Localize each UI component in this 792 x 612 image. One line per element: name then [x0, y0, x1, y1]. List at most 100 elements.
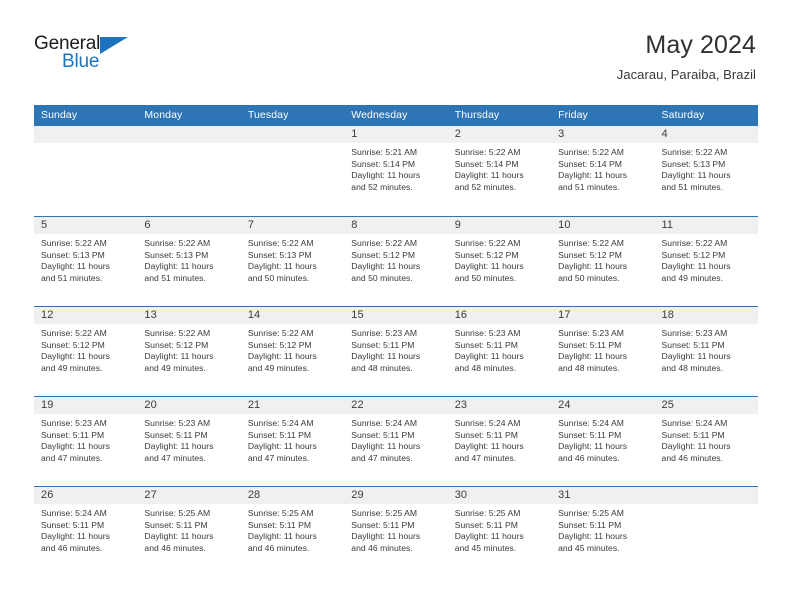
- dow-saturday: Saturday: [661, 109, 705, 121]
- calendar-day-cell-empty: [34, 126, 138, 216]
- calendar-day-cell[interactable]: 11 Sunrise: 5:22 AM Sunset: 5:12 PM Dayligh…: [654, 217, 758, 306]
- daylight-text-line2: and 48 minutes.: [454, 362, 517, 373]
- day-number: 20: [144, 399, 157, 411]
- day-info: Sunrise: 5:25 AM Sunset: 5:11 PM Daylight:…: [344, 504, 447, 554]
- day-number-band: [654, 487, 758, 504]
- sunrise-text: Sunrise: 5:23 AM: [351, 328, 418, 338]
- sunset-text: Sunset: 5:11 PM: [351, 429, 415, 440]
- daylight-text-line2: and 48 minutes.: [351, 362, 413, 373]
- calendar-day-cell[interactable]: 13 Sunrise: 5:22 AM Sunset: 5:12 PM Dayligh…: [137, 307, 241, 396]
- calendar-week-row: 5 Sunrise: 5:22 AM Sunset: 5:13 PM Daylight…: [34, 216, 758, 306]
- calendar-day-cell[interactable]: 1 Sunrise: 5:21 AM Sunset: 5:14 PM Daylight…: [344, 126, 448, 216]
- daylight-text-line1: Daylight: 11 hours: [41, 261, 110, 272]
- day-number: 14: [247, 309, 261, 321]
- day-info: Sunrise: 5:23 AM Sunset: 5:11 PM Daylight:…: [34, 414, 137, 464]
- day-number: 1: [351, 128, 358, 140]
- sunset-text: Sunset: 5:11 PM: [454, 429, 518, 440]
- day-number-band: 4: [654, 126, 758, 143]
- day-number-band: 28: [240, 487, 345, 504]
- calendar-grid: Sunday Monday Tuesday Wednesday Thursday…: [34, 105, 758, 576]
- calendar-day-cell[interactable]: 9 Sunrise: 5:22 AM Sunset: 5:12 PM Daylight…: [447, 217, 552, 306]
- sunset-text: Sunset: 5:11 PM: [558, 429, 622, 440]
- day-number: 31: [558, 489, 571, 501]
- calendar-day-cell[interactable]: 5 Sunrise: 5:22 AM Sunset: 5:13 PM Daylight…: [34, 217, 138, 306]
- daylight-text-line1: Daylight: 11 hours: [558, 441, 628, 452]
- calendar-day-cell[interactable]: 24 Sunrise: 5:24 AM Sunset: 5:11 PM Dayligh…: [551, 397, 655, 486]
- calendar-day-cell-empty: [137, 126, 241, 216]
- day-number: 25: [661, 399, 674, 411]
- day-info: Sunrise: 5:23 AM Sunset: 5:11 PM Daylight:…: [655, 324, 758, 374]
- calendar-day-cell[interactable]: 19 Sunrise: 5:23 AM Sunset: 5:11 PM Dayligh…: [34, 397, 138, 486]
- calendar-day-cell[interactable]: 18 Sunrise: 5:23 AM Sunset: 5:11 PM Dayligh…: [654, 307, 758, 396]
- day-number-band: 13: [137, 307, 241, 324]
- calendar-day-cell[interactable]: 2 Sunrise: 5:22 AM Sunset: 5:14 PM Daylight…: [447, 126, 552, 216]
- day-number: 3: [558, 128, 565, 140]
- day-info: Sunrise: 5:25 AM Sunset: 5:11 PM Daylight:…: [551, 504, 654, 554]
- day-number-band: 8: [344, 217, 448, 234]
- daylight-text-line2: and 50 minutes.: [558, 272, 620, 283]
- calendar-day-cell[interactable]: 15 Sunrise: 5:23 AM Sunset: 5:11 PM Dayligh…: [344, 307, 448, 396]
- calendar-day-cell[interactable]: 30 Sunrise: 5:25 AM Sunset: 5:11 PM Dayligh…: [447, 487, 552, 576]
- daylight-text-line2: and 50 minutes.: [351, 272, 413, 283]
- sunset-text: Sunset: 5:13 PM: [247, 249, 312, 260]
- day-info: Sunrise: 5:25 AM Sunset: 5:11 PM Daylight:…: [448, 504, 551, 554]
- calendar-day-cell[interactable]: 25 Sunrise: 5:24 AM Sunset: 5:11 PM Dayligh…: [654, 397, 758, 486]
- sunset-text: Sunset: 5:11 PM: [351, 519, 415, 530]
- daylight-text-line1: Daylight: 11 hours: [144, 531, 214, 542]
- daylight-text-line2: and 46 minutes.: [558, 452, 620, 463]
- calendar-day-cell[interactable]: 14 Sunrise: 5:22 AM Sunset: 5:12 PM Dayligh…: [240, 307, 345, 396]
- calendar-day-cell[interactable]: 20 Sunrise: 5:23 AM Sunset: 5:11 PM Dayligh…: [137, 397, 241, 486]
- calendar-day-cell[interactable]: 6 Sunrise: 5:22 AM Sunset: 5:13 PM Daylight…: [137, 217, 241, 306]
- calendar-day-cell[interactable]: 29 Sunrise: 5:25 AM Sunset: 5:11 PM Dayligh…: [344, 487, 448, 576]
- calendar-day-cell[interactable]: 21 Sunrise: 5:24 AM Sunset: 5:11 PM Dayligh…: [240, 397, 345, 486]
- sunset-text: Sunset: 5:11 PM: [144, 429, 208, 440]
- day-number-band: 11: [654, 217, 758, 234]
- calendar-day-cell[interactable]: 22 Sunrise: 5:24 AM Sunset: 5:11 PM Dayligh…: [344, 397, 448, 486]
- day-info: Sunrise: 5:22 AM Sunset: 5:13 PM Daylight:…: [34, 234, 137, 284]
- daylight-text-line2: and 46 minutes.: [661, 452, 723, 463]
- day-info: Sunrise: 5:22 AM Sunset: 5:13 PM Daylight:…: [655, 143, 758, 193]
- day-number-band: 20: [137, 397, 241, 414]
- sunrise-text: Sunrise: 5:22 AM: [661, 238, 728, 248]
- calendar-day-cell[interactable]: 28 Sunrise: 5:25 AM Sunset: 5:11 PM Dayligh…: [240, 487, 345, 576]
- dow-thursday: Thursday: [454, 109, 500, 121]
- day-number: 19: [41, 399, 54, 411]
- daylight-text-line2: and 50 minutes.: [247, 272, 310, 283]
- calendar-day-cell[interactable]: 27 Sunrise: 5:25 AM Sunset: 5:11 PM Dayligh…: [137, 487, 241, 576]
- daylight-text-line1: Daylight: 11 hours: [351, 531, 421, 542]
- day-number-band: 3: [551, 126, 655, 143]
- calendar-week-row: 19 Sunrise: 5:23 AM Sunset: 5:11 PM Dayligh…: [34, 396, 758, 486]
- day-info: Sunrise: 5:23 AM Sunset: 5:11 PM Daylight:…: [137, 414, 240, 464]
- day-number: 12: [41, 309, 54, 321]
- dow-monday: Monday: [144, 109, 183, 121]
- calendar-day-cell[interactable]: 17 Sunrise: 5:23 AM Sunset: 5:11 PM Dayligh…: [551, 307, 655, 396]
- daylight-text-line2: and 51 minutes.: [661, 181, 723, 192]
- dow-sunday: Sunday: [41, 109, 78, 121]
- daylight-text-line2: and 50 minutes.: [454, 272, 517, 283]
- day-number-band: 5: [34, 217, 138, 234]
- daylight-text-line1: Daylight: 11 hours: [558, 170, 628, 181]
- daylight-text-line1: Daylight: 11 hours: [247, 351, 317, 362]
- sunrise-text: Sunrise: 5:24 AM: [41, 508, 107, 518]
- calendar-day-cell[interactable]: 3 Sunrise: 5:22 AM Sunset: 5:14 PM Daylight…: [551, 126, 655, 216]
- day-number-band: 6: [137, 217, 241, 234]
- calendar-day-cell[interactable]: 12 Sunrise: 5:22 AM Sunset: 5:12 PM Dayligh…: [34, 307, 138, 396]
- daylight-text-line1: Daylight: 11 hours: [558, 531, 628, 542]
- day-info: Sunrise: 5:25 AM Sunset: 5:11 PM Daylight:…: [137, 504, 240, 554]
- calendar-day-cell[interactable]: 16 Sunrise: 5:23 AM Sunset: 5:11 PM Dayligh…: [447, 307, 552, 396]
- day-info: Sunrise: 5:24 AM Sunset: 5:11 PM Daylight:…: [241, 414, 344, 464]
- day-info: Sunrise: 5:22 AM Sunset: 5:12 PM Daylight:…: [551, 234, 654, 284]
- calendar-day-cell[interactable]: 8 Sunrise: 5:22 AM Sunset: 5:12 PM Daylight…: [344, 217, 448, 306]
- calendar-day-cell[interactable]: 10 Sunrise: 5:22 AM Sunset: 5:12 PM Dayligh…: [551, 217, 655, 306]
- sunset-text: Sunset: 5:11 PM: [247, 519, 312, 530]
- calendar-day-cell[interactable]: 26 Sunrise: 5:24 AM Sunset: 5:11 PM Dayligh…: [34, 487, 138, 576]
- day-info: Sunrise: 5:22 AM Sunset: 5:12 PM Daylight:…: [241, 324, 344, 374]
- calendar-page: General Blue May 2024 Jacarau, Paraiba, …: [0, 0, 792, 612]
- day-info: Sunrise: 5:22 AM Sunset: 5:12 PM Daylight:…: [34, 324, 137, 374]
- calendar-day-cell[interactable]: 31 Sunrise: 5:25 AM Sunset: 5:11 PM Dayligh…: [551, 487, 655, 576]
- calendar-day-cell[interactable]: 23 Sunrise: 5:24 AM Sunset: 5:11 PM Dayligh…: [447, 397, 552, 486]
- calendar-day-cell[interactable]: 4 Sunrise: 5:22 AM Sunset: 5:13 PM Daylight…: [654, 126, 758, 216]
- day-number: 18: [661, 309, 674, 321]
- calendar-day-cell[interactable]: 7 Sunrise: 5:22 AM Sunset: 5:13 PM Daylight…: [240, 217, 345, 306]
- day-number: 28: [247, 489, 261, 501]
